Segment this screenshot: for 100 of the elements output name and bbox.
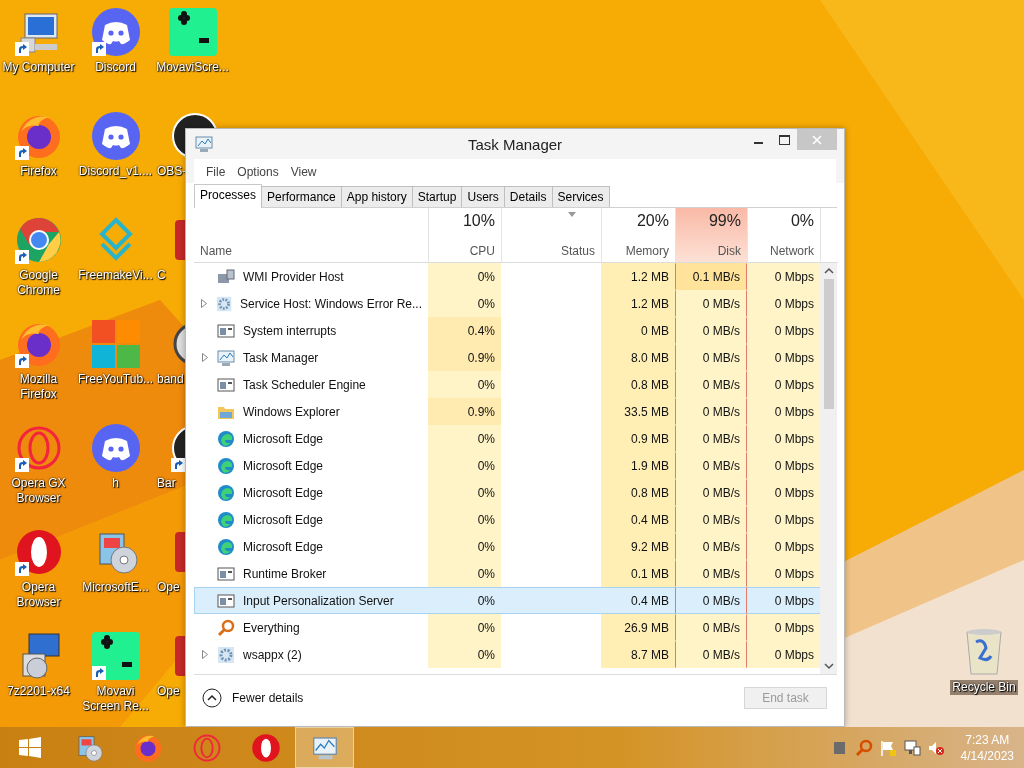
expand-arrow-icon[interactable]: [202, 353, 208, 362]
edge-icon: [217, 510, 235, 529]
memory-cell: 0.1 MB: [601, 560, 675, 587]
cpu-cell: 0%: [428, 371, 501, 398]
process-name: Microsoft Edge: [243, 431, 324, 446]
disk-cell: 0 MB/s: [675, 641, 747, 668]
opera-icon: [14, 528, 63, 576]
cpu-cell: 0.9%: [428, 344, 501, 371]
column-header[interactable]: 99% Disk: [675, 208, 747, 263]
cpu-cell: 0%: [428, 452, 501, 479]
disk-cell: 0 MB/s: [675, 344, 747, 371]
tab[interactable]: Startup: [411, 186, 463, 207]
disk-cell: 0 MB/s: [675, 290, 747, 317]
expand-arrow-icon[interactable]: [201, 299, 208, 308]
column-label: Name: [200, 244, 232, 258]
cpu-cell: 0%: [428, 290, 501, 317]
network-cell: 0 Mbps: [747, 290, 820, 317]
cpu-cell: 0%: [428, 506, 501, 533]
column-label: Disk: [717, 244, 741, 258]
scroll-down-icon[interactable]: [823, 662, 834, 670]
process-name: Microsoft Edge: [243, 539, 324, 554]
process-row[interactable]: Input Personalization Server: [194, 587, 428, 614]
close-icon: [812, 134, 822, 145]
discord-icon: [91, 112, 140, 160]
memory-cell: 1.2 MB: [601, 290, 675, 317]
disk-cell: 0 MB/s: [675, 506, 747, 533]
network-cell: 0 Mbps: [747, 398, 820, 425]
column-header[interactable]: Status: [501, 208, 601, 263]
column-label: Network: [770, 244, 814, 258]
network-cell: 0 Mbps: [747, 587, 820, 614]
collapse-icon[interactable]: [202, 688, 222, 708]
column-header[interactable]: 20% Memory: [601, 208, 675, 263]
cpu-cell: 0.9%: [428, 398, 501, 425]
column-label: Status: [560, 244, 595, 258]
network-cell: 0 Mbps: [747, 371, 820, 398]
network-cell: 0 Mbps: [747, 614, 820, 641]
network-cell: 0 Mbps: [747, 317, 820, 344]
tab[interactable]: Details: [503, 186, 553, 207]
memory-cell: 1.9 MB: [601, 452, 675, 479]
window-icon: [217, 591, 235, 610]
memory-cell: 0.4 MB: [601, 587, 675, 614]
tab[interactable]: Processes: [194, 184, 263, 208]
window-title: Task Manager: [466, 135, 564, 153]
tab[interactable]: Users: [461, 186, 505, 207]
menu-item[interactable]: File: [202, 165, 230, 179]
network-cell: 0 Mbps: [747, 641, 820, 668]
cpu-cell: 0%: [428, 533, 501, 560]
disk-cell: 0 MB/s: [675, 371, 747, 398]
cpu-cell: 0.4%: [428, 317, 501, 344]
network-icon[interactable]: [902, 738, 921, 757]
tab[interactable]: Services: [551, 186, 610, 207]
disk-cell: 0 MB/s: [675, 452, 747, 479]
process-name: Windows Explorer: [243, 404, 340, 419]
memory-cell: 0.4 MB: [601, 506, 675, 533]
disk-cell: 0 MB/s: [675, 587, 747, 614]
edge-icon: [217, 537, 235, 556]
cpu-cell: 0%: [428, 425, 501, 452]
menu-item[interactable]: View: [286, 165, 321, 179]
recycle-bin-icon: [964, 628, 1004, 676]
process-name: Service Host: Windows Error Re...: [239, 296, 422, 311]
process-name: Microsoft Edge: [243, 485, 324, 500]
flag-icon[interactable]: [878, 738, 897, 757]
usage-percent: 20%: [636, 212, 669, 230]
memory-cell: 0.8 MB: [601, 371, 675, 398]
memory-cell: 1.2 MB: [601, 263, 675, 290]
minimize-icon: [753, 142, 763, 144]
disk-cell: 0 MB/s: [675, 479, 747, 506]
usage-percent: 0%: [790, 212, 814, 230]
process-name: Runtime Broker: [243, 566, 327, 581]
cpu-cell: 0%: [428, 587, 501, 614]
disk-cell: 0 MB/s: [675, 398, 747, 425]
process-name: Input Personalization Server: [243, 593, 394, 608]
search-icon[interactable]: [854, 738, 873, 757]
usage-percent: 99%: [708, 212, 741, 230]
process-name: Microsoft Edge: [243, 458, 324, 473]
window-icon: [217, 321, 235, 340]
windows-logo-icon: [17, 735, 42, 760]
opera-gx-icon: [191, 732, 222, 763]
fewer-details-link[interactable]: Fewer details: [232, 691, 304, 705]
menu-item[interactable]: Options: [233, 165, 283, 179]
tab[interactable]: Performance: [261, 186, 342, 207]
network-cell: 0 Mbps: [747, 533, 820, 560]
edge-icon: [217, 429, 235, 448]
column-header[interactable]: 0% Network: [747, 208, 820, 263]
column-header[interactable]: 10% CPU: [428, 208, 501, 263]
process-name: Everything: [243, 620, 300, 635]
movavi-icon: [168, 8, 217, 56]
scroll-up-icon[interactable]: [823, 267, 834, 275]
cpu-cell: 0%: [428, 479, 501, 506]
scrollbar-thumb[interactable]: [823, 279, 834, 409]
scrollbar[interactable]: [820, 263, 837, 674]
memory-cell: 9.2 MB: [601, 533, 675, 560]
cpu-cell: 0%: [428, 560, 501, 587]
desktop-icon-label[interactable]: Recycle Bin: [950, 680, 1018, 695]
tab[interactable]: App history: [340, 186, 413, 207]
memory-cell: 0.9 MB: [601, 425, 675, 452]
taskbar-button[interactable]: [295, 727, 354, 768]
expand-arrow-icon[interactable]: [202, 650, 208, 659]
window-icon: [217, 564, 235, 583]
usage-percent: 10%: [462, 212, 495, 230]
